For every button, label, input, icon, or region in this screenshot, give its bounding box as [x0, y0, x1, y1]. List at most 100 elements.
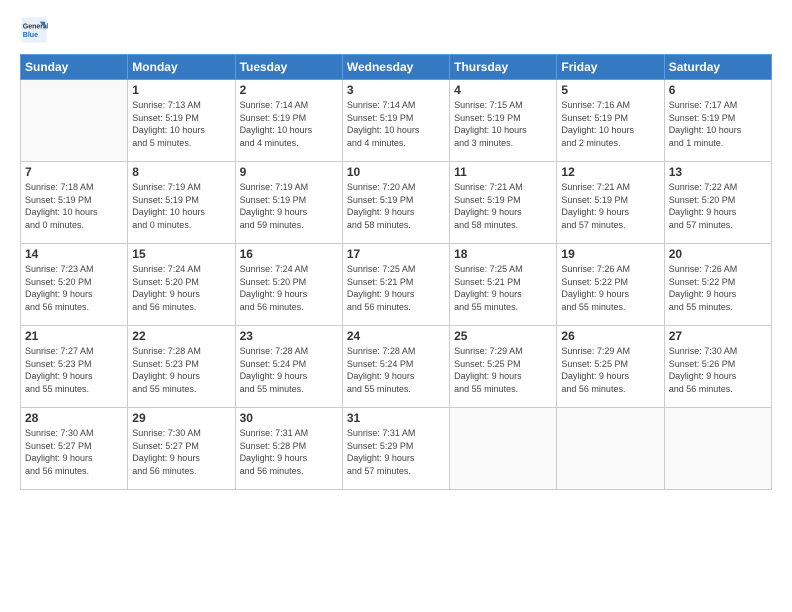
calendar-cell: 30Sunrise: 7:31 AM Sunset: 5:28 PM Dayli…: [235, 408, 342, 490]
day-number: 4: [454, 83, 552, 97]
day-info: Sunrise: 7:28 AM Sunset: 5:24 PM Dayligh…: [240, 345, 338, 395]
svg-text:Blue: Blue: [23, 32, 38, 39]
calendar-week-row: 21Sunrise: 7:27 AM Sunset: 5:23 PM Dayli…: [21, 326, 772, 408]
day-info: Sunrise: 7:14 AM Sunset: 5:19 PM Dayligh…: [347, 99, 445, 149]
calendar-cell: 8 Sunrise: 7:19 AM Sunset: 5:19 PM Daylig…: [128, 162, 235, 244]
day-number: 24: [347, 329, 445, 343]
day-info: Sunrise: 7:26 AM Sunset: 5:22 PM Dayligh…: [561, 263, 659, 313]
day-number: 3: [347, 83, 445, 97]
calendar-cell: 2 Sunrise: 7:14 AM Sunset: 5:19 PM Daylig…: [235, 80, 342, 162]
calendar-cell: 26 Sunrise: 7:29 AM Sunset: 5:25 PM Dayli…: [557, 326, 664, 408]
weekday-header-thursday: Thursday: [450, 55, 557, 80]
calendar-cell: 18 Sunrise: 7:25 AM Sunset: 5:21 PM Dayli…: [450, 244, 557, 326]
day-number: 26: [561, 329, 659, 343]
day-info: Sunrise: 7:19 AM Sunset: 5:19 PM Dayligh…: [132, 181, 230, 231]
calendar-cell: 21Sunrise: 7:27 AM Sunset: 5:23 PM Dayli…: [21, 326, 128, 408]
day-number: 9: [240, 165, 338, 179]
day-number: 12: [561, 165, 659, 179]
day-info: Sunrise: 7:23 AM Sunset: 5:20 PM Dayligh…: [25, 263, 123, 313]
day-number: 17: [347, 247, 445, 261]
day-number: 7: [25, 165, 123, 179]
calendar-cell: 1 Sunrise: 7:13 AM Sunset: 5:19 PM Daylig…: [128, 80, 235, 162]
calendar-week-row: 7 Sunrise: 7:18 AM Sunset: 5:19 PM Daylig…: [21, 162, 772, 244]
day-info: Sunrise: 7:29 AM Sunset: 5:25 PM Dayligh…: [454, 345, 552, 395]
weekday-header-wednesday: Wednesday: [342, 55, 449, 80]
calendar-table: SundayMondayTuesdayWednesdayThursdayFrid…: [20, 54, 772, 490]
calendar-cell: 11 Sunrise: 7:21 AM Sunset: 5:19 PM Dayli…: [450, 162, 557, 244]
calendar-cell: [664, 408, 771, 490]
calendar-cell: 6Sunrise: 7:17 AM Sunset: 5:19 PM Daylig…: [664, 80, 771, 162]
day-info: Sunrise: 7:14 AM Sunset: 5:19 PM Dayligh…: [240, 99, 338, 149]
day-number: 31: [347, 411, 445, 425]
weekday-header-sunday: Sunday: [21, 55, 128, 80]
day-number: 1: [132, 83, 230, 97]
calendar-cell: [21, 80, 128, 162]
logo-icon: General Blue: [20, 16, 48, 44]
calendar-header: SundayMondayTuesdayWednesdayThursdayFrid…: [21, 55, 772, 80]
calendar-cell: 7 Sunrise: 7:18 AM Sunset: 5:19 PM Daylig…: [21, 162, 128, 244]
calendar-cell: 28Sunrise: 7:30 AM Sunset: 5:27 PM Dayli…: [21, 408, 128, 490]
calendar-cell: 20 Sunrise: 7:26 AM Sunset: 5:22 PM Dayli…: [664, 244, 771, 326]
day-number: 27: [669, 329, 767, 343]
day-info: Sunrise: 7:30 AM Sunset: 5:27 PM Dayligh…: [132, 427, 230, 477]
calendar-cell: 16Sunrise: 7:24 AM Sunset: 5:20 PM Dayli…: [235, 244, 342, 326]
day-number: 29: [132, 411, 230, 425]
day-info: Sunrise: 7:29 AM Sunset: 5:25 PM Dayligh…: [561, 345, 659, 395]
day-info: Sunrise: 7:30 AM Sunset: 5:26 PM Dayligh…: [669, 345, 767, 395]
day-number: 15: [132, 247, 230, 261]
day-info: Sunrise: 7:20 AM Sunset: 5:19 PM Dayligh…: [347, 181, 445, 231]
day-info: Sunrise: 7:26 AM Sunset: 5:22 PM Dayligh…: [669, 263, 767, 313]
day-number: 23: [240, 329, 338, 343]
calendar-week-row: 14 Sunrise: 7:23 AM Sunset: 5:20 PM Dayli…: [21, 244, 772, 326]
calendar-week-row: 1 Sunrise: 7:13 AM Sunset: 5:19 PM Daylig…: [21, 80, 772, 162]
day-number: 20: [669, 247, 767, 261]
calendar-cell: 23 Sunrise: 7:28 AM Sunset: 5:24 PM Dayli…: [235, 326, 342, 408]
day-number: 14: [25, 247, 123, 261]
calendar-cell: 9 Sunrise: 7:19 AM Sunset: 5:19 PM Daylig…: [235, 162, 342, 244]
day-info: Sunrise: 7:16 AM Sunset: 5:19 PM Dayligh…: [561, 99, 659, 149]
calendar-cell: 4 Sunrise: 7:15 AM Sunset: 5:19 PM Daylig…: [450, 80, 557, 162]
logo: General Blue: [20, 16, 52, 44]
day-info: Sunrise: 7:15 AM Sunset: 5:19 PM Dayligh…: [454, 99, 552, 149]
day-info: Sunrise: 7:13 AM Sunset: 5:19 PM Dayligh…: [132, 99, 230, 149]
day-number: 25: [454, 329, 552, 343]
day-info: Sunrise: 7:19 AM Sunset: 5:19 PM Dayligh…: [240, 181, 338, 231]
day-info: Sunrise: 7:27 AM Sunset: 5:23 PM Dayligh…: [25, 345, 123, 395]
calendar-cell: 22Sunrise: 7:28 AM Sunset: 5:23 PM Dayli…: [128, 326, 235, 408]
day-number: 8: [132, 165, 230, 179]
day-number: 11: [454, 165, 552, 179]
day-info: Sunrise: 7:17 AM Sunset: 5:19 PM Dayligh…: [669, 99, 767, 149]
weekday-header-row: SundayMondayTuesdayWednesdayThursdayFrid…: [21, 55, 772, 80]
day-info: Sunrise: 7:28 AM Sunset: 5:24 PM Dayligh…: [347, 345, 445, 395]
day-number: 28: [25, 411, 123, 425]
day-info: Sunrise: 7:25 AM Sunset: 5:21 PM Dayligh…: [454, 263, 552, 313]
weekday-header-monday: Monday: [128, 55, 235, 80]
calendar-cell: 15 Sunrise: 7:24 AM Sunset: 5:20 PM Dayli…: [128, 244, 235, 326]
day-info: Sunrise: 7:24 AM Sunset: 5:20 PM Dayligh…: [132, 263, 230, 313]
calendar-cell: 13Sunrise: 7:22 AM Sunset: 5:20 PM Dayli…: [664, 162, 771, 244]
day-info: Sunrise: 7:25 AM Sunset: 5:21 PM Dayligh…: [347, 263, 445, 313]
day-info: Sunrise: 7:18 AM Sunset: 5:19 PM Dayligh…: [25, 181, 123, 231]
day-info: Sunrise: 7:21 AM Sunset: 5:19 PM Dayligh…: [454, 181, 552, 231]
weekday-header-saturday: Saturday: [664, 55, 771, 80]
day-number: 18: [454, 247, 552, 261]
calendar-cell: 25 Sunrise: 7:29 AM Sunset: 5:25 PM Dayli…: [450, 326, 557, 408]
day-number: 16: [240, 247, 338, 261]
calendar-cell: 5Sunrise: 7:16 AM Sunset: 5:19 PM Daylig…: [557, 80, 664, 162]
day-info: Sunrise: 7:21 AM Sunset: 5:19 PM Dayligh…: [561, 181, 659, 231]
calendar-cell: 19 Sunrise: 7:26 AM Sunset: 5:22 PM Dayli…: [557, 244, 664, 326]
calendar-cell: 29 Sunrise: 7:30 AM Sunset: 5:27 PM Dayli…: [128, 408, 235, 490]
calendar-week-row: 28 Sunrise: 7:30 AM Sunset: 5:27 PM Dayli…: [21, 408, 772, 490]
calendar-cell: [557, 408, 664, 490]
day-number: 2: [240, 83, 338, 97]
day-info: Sunrise: 7:31 AM Sunset: 5:29 PM Dayligh…: [347, 427, 445, 477]
day-number: 22: [132, 329, 230, 343]
header: General Blue: [20, 16, 772, 44]
page: General Blue SundayMondayTuesdayWednesda…: [0, 0, 792, 612]
day-number: 19: [561, 247, 659, 261]
calendar-cell: 12 Sunrise: 7:21 AM Sunset: 5:19 PM Dayli…: [557, 162, 664, 244]
day-number: 13: [669, 165, 767, 179]
weekday-header-friday: Friday: [557, 55, 664, 80]
calendar-cell: 17 Sunrise: 7:25 AM Sunset: 5:21 PM Dayli…: [342, 244, 449, 326]
day-info: Sunrise: 7:31 AM Sunset: 5:28 PM Dayligh…: [240, 427, 338, 477]
